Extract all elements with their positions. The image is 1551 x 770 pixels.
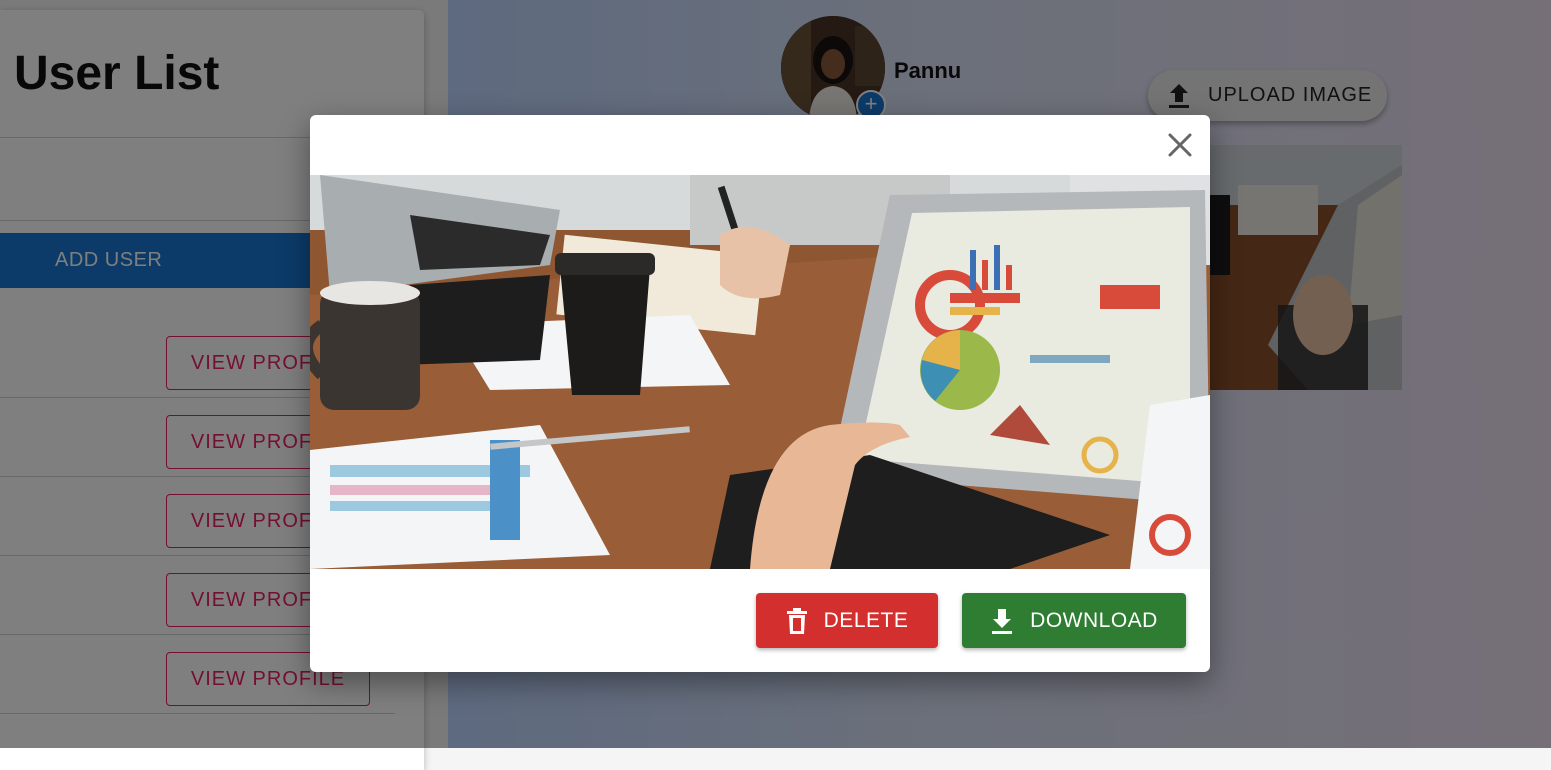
- close-icon: [1168, 133, 1192, 157]
- download-button[interactable]: DOWNLOAD: [962, 593, 1186, 648]
- close-button[interactable]: [1164, 129, 1196, 161]
- trash-icon: [786, 607, 807, 634]
- delete-button[interactable]: DELETE: [756, 593, 938, 648]
- image-preview-dialog: DELETE DOWNLOAD: [310, 115, 1210, 672]
- preview-photo: [310, 175, 1210, 569]
- download-label: DOWNLOAD: [1030, 608, 1158, 632]
- delete-label: DELETE: [823, 608, 909, 632]
- download-icon: [992, 608, 1013, 634]
- preview-image: [310, 175, 1210, 569]
